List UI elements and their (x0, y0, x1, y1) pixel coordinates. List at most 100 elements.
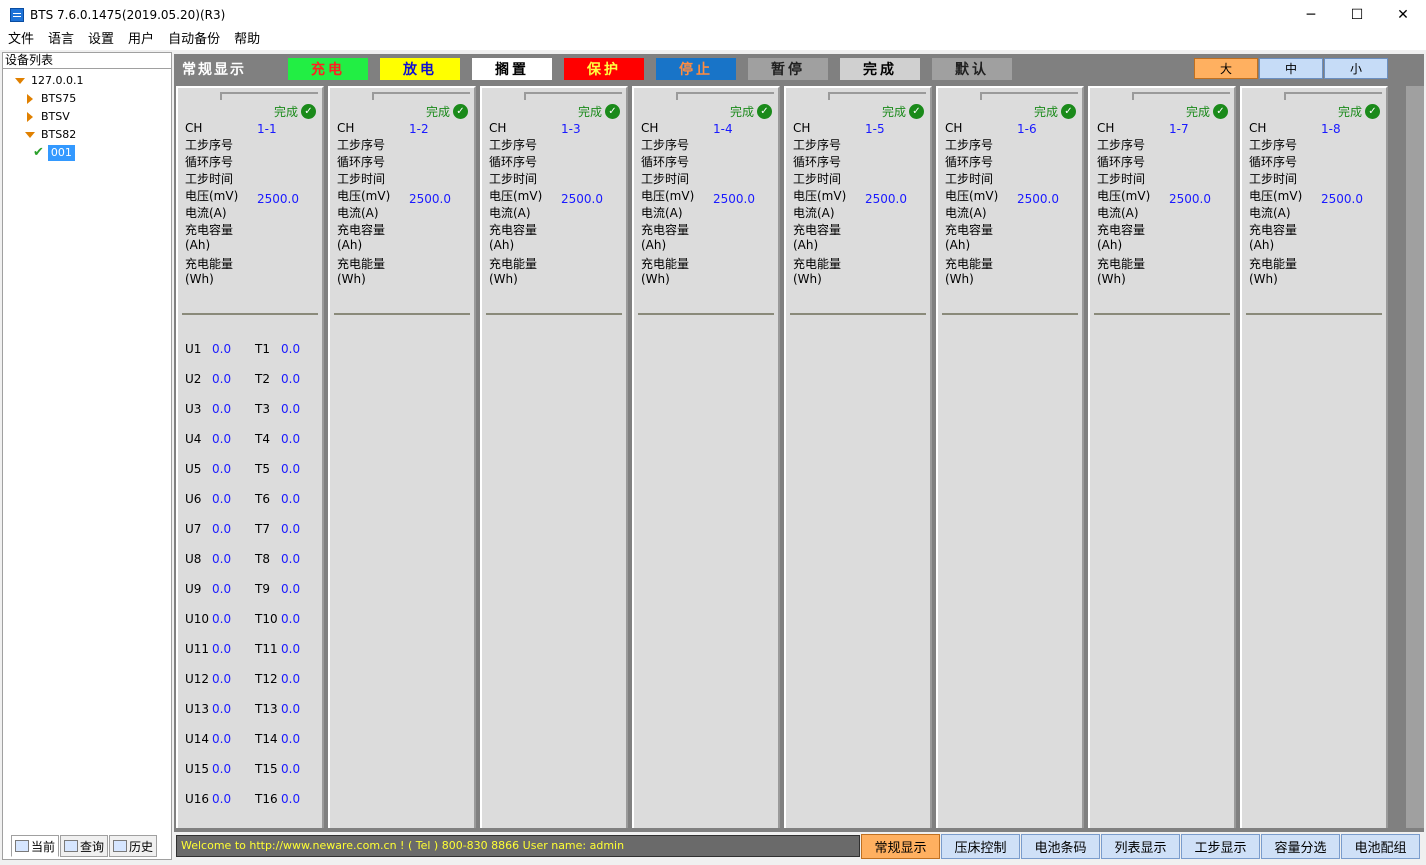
tree-node-bts75[interactable]: BTS75 (27, 91, 76, 107)
channel-status: 完成 ✓ (1034, 103, 1076, 120)
divider (790, 313, 926, 315)
divider (638, 313, 774, 315)
aux-temp-label: T10 (255, 612, 278, 626)
aux-voltage-label: U12 (185, 672, 210, 686)
view-tab[interactable]: 常规显示 (861, 834, 940, 859)
menu-help[interactable]: 帮助 (227, 30, 267, 50)
menu-language[interactable]: 语言 (41, 30, 81, 50)
legend-item: 充电 (288, 58, 368, 80)
charge-energy-label: 充电能量 (1249, 257, 1298, 271)
channel-card[interactable]: 完成 ✓ CH 工步序号 循环序号 工步时间 电压(mV) 电流(A) 充电容量 (Ah) 充电能量… (936, 86, 1084, 828)
tab-query[interactable]: 查询 (60, 835, 109, 857)
charge-cap-label: 充电容量 (1097, 223, 1146, 237)
step-no-label: 工步序号 (1097, 138, 1146, 152)
view-tab[interactable]: 电池配组 (1341, 834, 1420, 859)
voltage-label: 电压(mV) (1249, 189, 1303, 203)
size-small-button[interactable]: 小 (1324, 58, 1388, 79)
aux-voltage-value: 0.0 (212, 642, 232, 656)
channel-card[interactable]: 完成 ✓ CH 工步序号 循环序号 工步时间 电压(mV) 电流(A) 充电容量 (Ah) 充电能量… (1088, 86, 1236, 828)
cycle-no-label: 循环序号 (1097, 155, 1146, 169)
aux-voltage-label: U2 (185, 372, 202, 386)
view-tab[interactable]: 电池条码 (1021, 834, 1100, 859)
aux-voltage-label: U11 (185, 642, 210, 656)
expanded-arrow-icon[interactable] (15, 78, 25, 84)
voltage-label: 电压(mV) (1097, 189, 1151, 203)
aux-voltage-label: U6 (185, 492, 202, 506)
aux-voltage-label: U5 (185, 462, 202, 476)
size-medium-button[interactable]: 中 (1259, 58, 1323, 79)
expanded-arrow-icon[interactable] (25, 132, 35, 138)
channel-card[interactable]: 完成 ✓ CH 工步序号 循环序号 工步时间 电压(mV) 电流(A) 充电容量 (Ah) 充电能量… (632, 86, 780, 828)
close-button[interactable]: ✕ (1380, 0, 1426, 30)
step-no-label: 工步序号 (1249, 138, 1298, 152)
charge-cap-label: 充电容量 (337, 223, 386, 237)
left-tab-bar: 当前 查询 历史 (11, 835, 158, 857)
aux-voltage-value: 0.0 (212, 732, 232, 746)
ch-label: CH (337, 121, 355, 135)
charge-cap-unit: (Ah) (1249, 238, 1275, 252)
channel-id: 1-1 (257, 122, 277, 136)
charge-cap-unit: (Ah) (489, 238, 515, 252)
charge-cap-label: 充电容量 (793, 223, 842, 237)
legend-item: 放电 (380, 58, 460, 80)
aux-voltage-value: 0.0 (212, 792, 232, 806)
aux-temp-label: T8 (255, 552, 270, 566)
legend-item: 停止 (656, 58, 736, 80)
view-tab[interactable]: 容量分选 (1261, 834, 1340, 859)
aux-voltage-label: U13 (185, 702, 210, 716)
channel-card[interactable]: 完成 ✓ CH 工步序号 循环序号 工步时间 电压(mV) 电流(A) 充电容量 (Ah) 充电能量… (176, 86, 324, 828)
view-tab[interactable]: 列表显示 (1101, 834, 1180, 859)
check-circle-icon: ✓ (909, 104, 924, 119)
collapsed-arrow-icon[interactable] (27, 94, 33, 104)
size-large-button[interactable]: 大 (1194, 58, 1258, 79)
tab-history[interactable]: 历史 (109, 835, 158, 857)
legend-item: 完成 (840, 58, 920, 80)
status-label: 完成 (881, 105, 906, 119)
channel-status: 完成 ✓ (578, 103, 620, 120)
channel-card[interactable]: 完成 ✓ CH 工步序号 循环序号 工步时间 电压(mV) 电流(A) 充电容量 (Ah) 充电能量… (328, 86, 476, 828)
view-tab[interactable]: 压床控制 (941, 834, 1020, 859)
channel-card[interactable]: 完成 ✓ CH 工步序号 循环序号 工步时间 电压(mV) 电流(A) 充电容量 (Ah) 充电能量… (480, 86, 628, 828)
aux-temp-label: T15 (255, 762, 278, 776)
check-circle-icon: ✓ (757, 104, 772, 119)
status-message: Welcome to http://www.neware.com.cn ! ( … (176, 835, 860, 857)
status-label: 完成 (1185, 105, 1210, 119)
minimize-button[interactable]: ─ (1288, 0, 1334, 30)
charge-cap-unit: (Ah) (1097, 238, 1123, 252)
menu-file[interactable]: 文件 (0, 30, 41, 50)
cycle-no-label: 循环序号 (337, 155, 386, 169)
menu-auto-backup[interactable]: 自动备份 (161, 30, 227, 50)
aux-voltage-label: U7 (185, 522, 202, 536)
view-tab[interactable]: 工步显示 (1181, 834, 1260, 859)
query-icon (64, 840, 79, 852)
voltage-value: 2500.0 (409, 192, 451, 206)
aux-voltage-label: U10 (185, 612, 210, 626)
voltage-label: 电压(mV) (185, 189, 239, 203)
aux-temp-value: 0.0 (281, 372, 301, 386)
tree-node-bts82[interactable]: BTS82 (25, 127, 76, 143)
tab-label: 历史 (129, 839, 154, 854)
aux-voltage-label: U4 (185, 432, 202, 446)
voltage-value: 2500.0 (1017, 192, 1059, 206)
legend-item: 默认 (932, 58, 1012, 80)
menu-user[interactable]: 用户 (121, 30, 161, 50)
current-label: 电流(A) (945, 206, 987, 220)
channel-card[interactable]: 完成 ✓ CH 工步序号 循环序号 工步时间 电压(mV) 电流(A) 充电容量 (Ah) 充电能量… (1240, 86, 1388, 828)
scrollbar[interactable] (1406, 86, 1424, 828)
menu-settings[interactable]: 设置 (81, 30, 121, 50)
channel-id: 1-5 (865, 122, 885, 136)
tree-node-btsv[interactable]: BTSV (27, 109, 70, 125)
cycle-no-label: 循环序号 (1249, 155, 1298, 169)
channel-status: 完成 ✓ (730, 103, 772, 120)
maximize-button[interactable]: ☐ (1334, 0, 1380, 30)
aux-temp-value: 0.0 (281, 792, 301, 806)
tab-current[interactable]: 当前 (11, 835, 60, 857)
divider (1246, 313, 1382, 315)
tree-node-001[interactable]: ✔ 001 (33, 145, 75, 161)
channel-card[interactable]: 完成 ✓ CH 工步序号 循环序号 工步时间 电压(mV) 电流(A) 充电容量 (Ah) 充电能量… (784, 86, 932, 828)
aux-voltage-label: U14 (185, 732, 210, 746)
collapsed-arrow-icon[interactable] (27, 112, 33, 122)
check-circle-icon: ✓ (1061, 104, 1076, 119)
aux-temp-value: 0.0 (281, 432, 301, 446)
tree-node-root[interactable]: 127.0.0.1 (15, 73, 83, 89)
